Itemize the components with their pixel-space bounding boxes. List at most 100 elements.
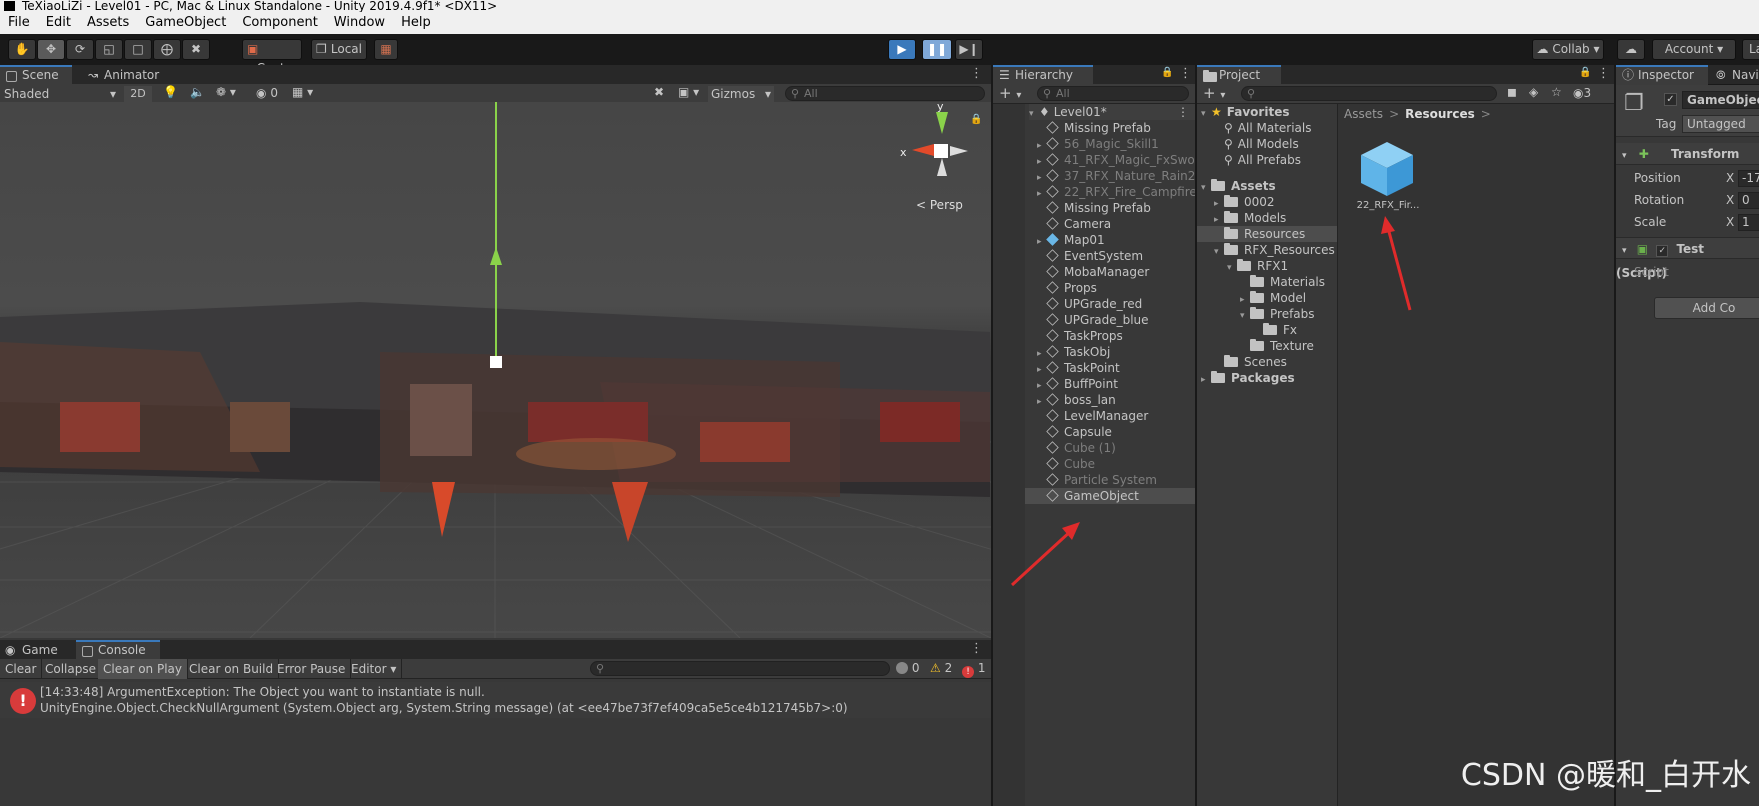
hierarchy-search-input[interactable]: ⚲ All	[1037, 86, 1189, 101]
transform-tool-button[interactable]: ⨁	[153, 39, 181, 60]
expand-arrow-icon[interactable]: ▸	[1037, 394, 1047, 408]
project-tree-item[interactable]: Texture	[1197, 338, 1337, 354]
enabled-checkbox[interactable]: ✓	[1656, 245, 1669, 257]
camera-dropdown-icon[interactable]: ▣ ▾	[678, 85, 699, 99]
axis-label[interactable]: X	[1726, 215, 1734, 229]
pivot-center-button[interactable]: ▣Center	[242, 39, 302, 75]
orientation-gizmo[interactable]: y x	[896, 102, 980, 186]
account-button[interactable]: Account ▾	[1652, 39, 1736, 60]
expand-arrow-icon[interactable]: ▾	[1201, 106, 1211, 120]
persp-label[interactable]: < Persp	[916, 198, 963, 212]
error-count-toggle[interactable]: ! 1	[962, 661, 985, 678]
hierarchy-item[interactable]: Capsule	[1025, 424, 1195, 440]
menu-edit[interactable]: Edit	[38, 12, 79, 34]
breadcrumb-resources[interactable]: Resources	[1405, 107, 1475, 121]
project-tree-item[interactable]: ▾ RFX_Resources	[1197, 242, 1337, 258]
menu-component[interactable]: Component	[234, 12, 325, 34]
project-tree-item[interactable]: ▾ Prefabs	[1197, 306, 1337, 322]
clear-button[interactable]: Clear	[0, 659, 43, 679]
expand-arrow-icon[interactable]: ▸	[1201, 372, 1211, 386]
hierarchy-item[interactable]: ▸ BuffPoint	[1025, 376, 1195, 392]
clear-on-build-button[interactable]: Clear on Build	[184, 659, 280, 679]
clear-on-play-button[interactable]: Clear on Play	[98, 659, 188, 679]
project-tree-item[interactable]: ▾ ★ Favorites	[1197, 104, 1337, 120]
breadcrumb-assets[interactable]: Assets	[1344, 107, 1383, 121]
expand-arrow-icon[interactable]: ▸	[1037, 186, 1047, 200]
move-tool-button[interactable]: ✥	[37, 39, 65, 60]
expand-arrow-icon[interactable]: ▸	[1214, 212, 1224, 226]
expand-arrow-icon[interactable]: ▸	[1037, 138, 1047, 152]
hierarchy-item[interactable]: ▸ 22_RFX_Fire_Campfire	[1025, 184, 1195, 200]
hierarchy-item[interactable]: ▸ 56_Magic_Skill1	[1025, 136, 1195, 152]
transform-header[interactable]: ▾ ✚ Transform	[1616, 143, 1759, 165]
warning-count-toggle[interactable]: ⚠ 2	[930, 661, 952, 675]
tab-scene[interactable]: Scene	[0, 65, 72, 85]
lighting-toggle-icon[interactable]: 💡	[163, 85, 178, 99]
hidden-packages-toggle[interactable]: ◉3	[1573, 86, 1591, 100]
filter-by-label-icon[interactable]: ◈	[1529, 85, 1538, 99]
project-tree-item[interactable]: ⚲ All Models	[1197, 136, 1337, 152]
scene-search-input[interactable]: ⚲ All	[785, 86, 985, 101]
expand-arrow-icon[interactable]: ▸	[1037, 378, 1047, 392]
scene-tools-icon[interactable]: ✖	[654, 85, 664, 99]
tab-project[interactable]: Project	[1197, 65, 1281, 85]
transform-value-field[interactable]: -17	[1738, 170, 1759, 187]
hierarchy-item[interactable]: ▸ TaskObj	[1025, 344, 1195, 360]
create-dropdown[interactable]: + ▾	[1203, 84, 1225, 102]
log-count-toggle[interactable]: 0	[896, 661, 919, 675]
hand-tool-button[interactable]: ✋	[8, 39, 36, 60]
script-component-header[interactable]: ▾ ▣ ✓ Test (Script)	[1616, 237, 1759, 280]
pivot-local-button[interactable]: ❐ Local	[311, 39, 367, 60]
project-tree-item[interactable]: Fx	[1197, 322, 1337, 338]
hierarchy-item[interactable]: Camera	[1025, 216, 1195, 232]
expand-arrow-icon[interactable]: ▸	[1214, 196, 1224, 210]
console-search-input[interactable]: ⚲	[590, 661, 890, 676]
more-options-icon[interactable]: ⋮	[1177, 104, 1189, 120]
hierarchy-item[interactable]: UPGrade_red	[1025, 296, 1195, 312]
expand-arrow-icon[interactable]: ▸	[1037, 234, 1047, 248]
menu-help[interactable]: Help	[393, 12, 439, 34]
hierarchy-item[interactable]: Props	[1025, 280, 1195, 296]
expand-arrow-icon[interactable]: ▾	[1227, 260, 1237, 274]
project-tree-item[interactable]: ▾ RFX1	[1197, 258, 1337, 274]
hierarchy-item[interactable]: LevelManager	[1025, 408, 1195, 424]
menu-assets[interactable]: Assets	[79, 12, 137, 34]
more-options-icon[interactable]: ⋮	[970, 641, 983, 656]
scene-viewport[interactable]: y x 🔒 < Persp	[0, 102, 991, 638]
menu-file[interactable]: File	[0, 12, 38, 34]
custom-tool-button[interactable]: ✖	[182, 39, 210, 60]
layers-button[interactable]: La	[1742, 39, 1759, 60]
gizmos-dropdown[interactable]: Gizmos ▾	[708, 86, 774, 102]
hierarchy-item[interactable]: ▸ 41_RFX_Magic_FxSwo	[1025, 152, 1195, 168]
project-tree-item[interactable]: Materials	[1197, 274, 1337, 290]
cloud-services-button[interactable]: ☁	[1617, 39, 1645, 60]
more-options-icon[interactable]: ⋮	[970, 66, 983, 81]
tab-hierarchy[interactable]: ☰ Hierarchy	[993, 65, 1093, 85]
object-name-field[interactable]: GameObject	[1682, 91, 1759, 109]
project-tree-item[interactable]: Scenes	[1197, 354, 1337, 370]
lock-icon[interactable]: 🔒	[1579, 67, 1591, 78]
hidden-objects-toggle[interactable]: ◉ 0	[256, 86, 278, 100]
hierarchy-item[interactable]: Cube (1)	[1025, 440, 1195, 456]
lock-icon[interactable]: 🔒	[970, 114, 982, 125]
rotate-tool-button[interactable]: ⟳	[66, 39, 94, 60]
audio-toggle-icon[interactable]: 🔈	[190, 85, 205, 99]
effects-toggle-icon[interactable]: ❁ ▾	[216, 85, 236, 99]
hierarchy-item[interactable]: MobaManager	[1025, 264, 1195, 280]
project-tree-item[interactable]: ▸ Packages	[1197, 370, 1337, 386]
scale-tool-button[interactable]: ◱	[95, 39, 123, 60]
hierarchy-item[interactable]: GameObject	[1025, 488, 1195, 504]
axis-label[interactable]: X	[1726, 193, 1734, 207]
step-button[interactable]: ▶❙	[955, 39, 983, 60]
more-options-icon[interactable]: ⋮	[1597, 66, 1610, 81]
project-tree-item[interactable]: ▾ Assets	[1197, 178, 1337, 194]
project-tree-item[interactable]: Resources	[1197, 226, 1337, 242]
active-checkbox[interactable]: ✓	[1664, 93, 1677, 106]
hierarchy-item[interactable]: TaskProps	[1025, 328, 1195, 344]
favorite-filter-icon[interactable]: ☆	[1551, 85, 1562, 99]
2d-toggle-button[interactable]: 2D	[124, 86, 152, 102]
collapse-button[interactable]: Collapse	[40, 659, 102, 679]
add-component-button[interactable]: Add Co	[1654, 297, 1759, 319]
transform-value-field[interactable]: 0	[1738, 192, 1759, 209]
menu-gameobject[interactable]: GameObject	[137, 12, 234, 34]
